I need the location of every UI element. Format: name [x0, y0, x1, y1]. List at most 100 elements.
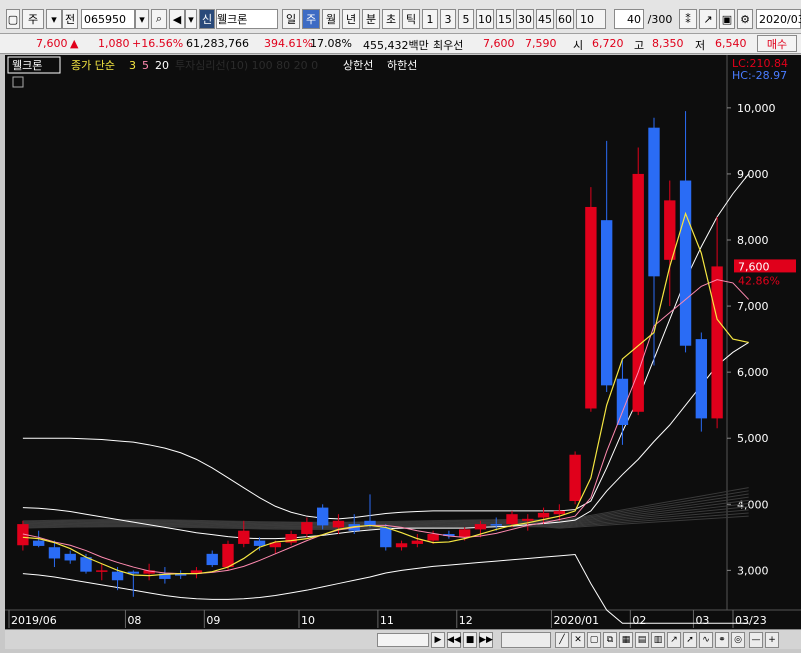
market-select[interactable]: 주 [22, 9, 44, 29]
y-tick-label: 4,000 [737, 498, 769, 511]
hc-label: HC:-28.97 [732, 69, 787, 82]
up-arrow-icon: ▲ [70, 37, 79, 50]
candle-body [253, 540, 266, 546]
tool-fill-icon[interactable]: ▦ [619, 632, 633, 648]
tool-doc-icon[interactable]: ▤ [635, 632, 649, 648]
candlestick-chart[interactable]: 10,000 9,000 8,000 7,000 6,000 5,000 4,000 3,00… [5, 55, 801, 630]
count-max-label: /300 [644, 9, 676, 29]
candle-body [222, 543, 234, 568]
price-chart[interactable]: 10,000 9,000 8,000 7,000 6,000 5,000 4,000 3,00… [5, 55, 801, 630]
scroll-first-button[interactable]: ◀◀ [447, 632, 461, 648]
amount-value: 455,432백만 [363, 39, 429, 52]
change-value: 1,080 [98, 37, 130, 50]
window-icon[interactable]: ▢ [6, 9, 20, 29]
period-minute-button[interactable]: 분 [362, 9, 380, 29]
low-value: 6,540 [715, 37, 747, 50]
period-day-button[interactable]: 일 [282, 9, 300, 29]
trend-icon[interactable]: ↗ [699, 9, 717, 29]
scroll-right-button[interactable]: ▶ [431, 632, 445, 648]
indicator-icon[interactable]: ⁑ [679, 9, 697, 29]
tool-link-icon[interactable]: ⚭ [715, 632, 729, 648]
tool-arrow-icon[interactable]: ➚ [683, 632, 697, 648]
scroll-stop-button[interactable]: ■ [463, 632, 477, 648]
y-tick-label: 8,000 [737, 234, 769, 247]
period-second-button[interactable]: 초 [382, 9, 400, 29]
period-month-button[interactable]: 월 [322, 9, 340, 29]
period-week-button[interactable]: 주 [302, 9, 320, 29]
dropdown-arrow-icon[interactable]: ▾ [46, 9, 62, 29]
code-input[interactable]: 065950 [81, 9, 135, 29]
interval-1-button[interactable]: 1 [422, 9, 438, 29]
scroll-thumb[interactable] [377, 633, 429, 647]
low-label: 저 [695, 39, 706, 52]
zoom-slider[interactable] [501, 632, 551, 648]
chart-scrollbar[interactable]: ▶ ◀◀ ■ ▶▶ ╱ ✕ ▢ ⧉ ▦ ▤ ▥ ↗ ➚ ∿ ⚭ ◎ — + [5, 629, 801, 649]
tool-wave-icon[interactable]: ∿ [699, 632, 713, 648]
open-value: 6,720 [592, 37, 624, 50]
x-tick-label: 11 [380, 614, 394, 627]
legend-hidden-indicator: 투자심리선(10) 100 80 20 0 [175, 59, 318, 72]
sound-icon[interactable]: ◀ [169, 9, 185, 29]
tool-box-icon[interactable]: ▢ [587, 632, 601, 648]
high-value: 8,350 [652, 37, 684, 50]
interval-45-button[interactable]: 45 [536, 9, 554, 29]
x-tick-label: 2020/01 [553, 614, 599, 627]
legend-upper: 상한선 [343, 59, 373, 72]
x-tick-label: 03/23 [735, 614, 767, 627]
legend-ma5: 5 [142, 59, 149, 72]
candle-body [522, 518, 534, 521]
tool-cross-icon[interactable]: ✕ [571, 632, 585, 648]
candle-body [585, 206, 597, 409]
high-label: 고 [634, 39, 645, 52]
candle-body [427, 534, 439, 541]
candle-body [679, 180, 692, 346]
period-year-button[interactable]: 년 [342, 9, 360, 29]
interval-3-button[interactable]: 3 [440, 9, 456, 29]
period-tick-button[interactable]: 틱 [402, 9, 420, 29]
sound-dropdown-icon[interactable]: ▾ [185, 9, 197, 29]
zoom-out-button[interactable]: — [749, 632, 763, 648]
count-input[interactable]: 40 [614, 9, 644, 29]
scroll-last-button[interactable]: ▶▶ [479, 632, 493, 648]
y-tick-label: 3,000 [737, 564, 769, 577]
interval-60-button[interactable]: 60 [556, 9, 574, 29]
tool-chart-icon[interactable]: ▥ [651, 632, 665, 648]
search-icon[interactable]: ⌕ [151, 9, 167, 29]
open-label: 시 [573, 39, 584, 52]
stock-name-field[interactable]: 웰크론 [216, 9, 278, 29]
buy-button[interactable]: 매수 [757, 35, 797, 52]
candle-body [316, 507, 329, 526]
x-tick-label: 09 [206, 614, 220, 627]
badge-new: 신 [199, 9, 215, 29]
save-icon[interactable]: ▣ [719, 9, 735, 29]
candle-body [664, 200, 676, 260]
candle [585, 187, 597, 412]
settings-gear-icon[interactable]: ⚙ [737, 9, 753, 29]
y-tick-label: 5,000 [737, 432, 769, 445]
y-tick-label: 6,000 [737, 366, 769, 379]
tool-line-icon[interactable]: ╱ [555, 632, 569, 648]
type-button[interactable]: 전 [62, 9, 78, 29]
candle-body [695, 339, 708, 419]
interval-custom-select[interactable]: 10 [576, 9, 606, 29]
y-tick-label: 7,000 [737, 300, 769, 313]
interval-30-button[interactable]: 30 [516, 9, 534, 29]
price-value: 7,600 [36, 37, 68, 50]
tool-trend-icon[interactable]: ↗ [667, 632, 681, 648]
interval-10-button[interactable]: 10 [476, 9, 494, 29]
zoom-in-button[interactable]: + [765, 632, 779, 648]
tool-copy-icon[interactable]: ⧉ [603, 632, 617, 648]
candle [632, 147, 644, 416]
candle [695, 332, 708, 432]
interval-15-button[interactable]: 15 [496, 9, 514, 29]
candle-body [537, 512, 550, 518]
date-input[interactable]: 2020/03 [756, 9, 801, 29]
candle-body [32, 540, 45, 546]
tool-view-icon[interactable]: ◎ [731, 632, 745, 648]
interval-5-button[interactable]: 5 [458, 9, 474, 29]
code-dropdown-icon[interactable]: ▾ [135, 9, 149, 29]
toolbar: ▢ 주 ▾ 전 065950 ▾ ⌕ ◀ ▾ 신 웰크론 일 주 월 년 분 초… [0, 0, 801, 34]
candle [380, 524, 392, 551]
pct-tag: 42.86% [738, 274, 780, 287]
candle-body [96, 570, 108, 572]
